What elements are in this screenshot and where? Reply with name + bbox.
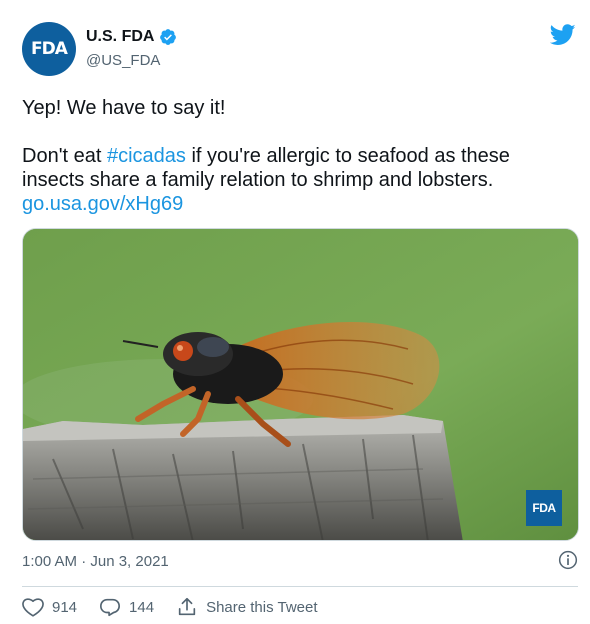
author-name-row[interactable]: U.S. FDA: [86, 28, 177, 46]
url-link[interactable]: go.usa.gov/xHg69: [22, 193, 183, 215]
tweet-line-2: Don't eat #cicadas if you're allergic to…: [22, 144, 572, 192]
like-count: 914: [52, 598, 78, 616]
tweet-image[interactable]: FDA: [22, 228, 579, 541]
share-button[interactable]: Share this Tweet: [176, 596, 318, 618]
tweet-line-1: Yep! We have to say it!: [22, 97, 226, 119]
avatar[interactable]: FDA: [22, 22, 76, 76]
cicada-photo: [23, 229, 578, 540]
avatar-logo-text: FDA: [31, 39, 68, 59]
share-icon: [178, 597, 196, 616]
divider: [22, 586, 578, 587]
display-name[interactable]: U.S. FDA: [86, 28, 154, 46]
reply-count: 144: [129, 598, 155, 616]
verified-badge-icon: [160, 29, 177, 45]
twitter-bird-icon[interactable]: [550, 24, 576, 46]
hashtag-link[interactable]: #cicadas: [107, 145, 186, 167]
reply-button[interactable]: 144: [99, 596, 154, 618]
fda-watermark-badge: FDA: [526, 490, 562, 526]
heart-icon: [22, 598, 44, 617]
tweet-actions: 914 144 Share this Tweet: [22, 596, 340, 618]
reply-icon: [100, 598, 121, 617]
handle[interactable]: @US_FDA: [86, 52, 160, 69]
tweet-card: FDA U.S. FDA @US_FDA Yep! We have to say…: [0, 0, 590, 624]
timestamp[interactable]: 1:00 AM · Jun 3, 2021: [22, 553, 169, 570]
like-button[interactable]: 914: [22, 596, 77, 618]
info-icon[interactable]: [558, 550, 578, 570]
tweet-text: Yep! We have to say it! Don't eat #cicad…: [22, 96, 572, 216]
share-label: Share this Tweet: [206, 598, 318, 616]
text-segment: Don't eat: [22, 145, 107, 167]
